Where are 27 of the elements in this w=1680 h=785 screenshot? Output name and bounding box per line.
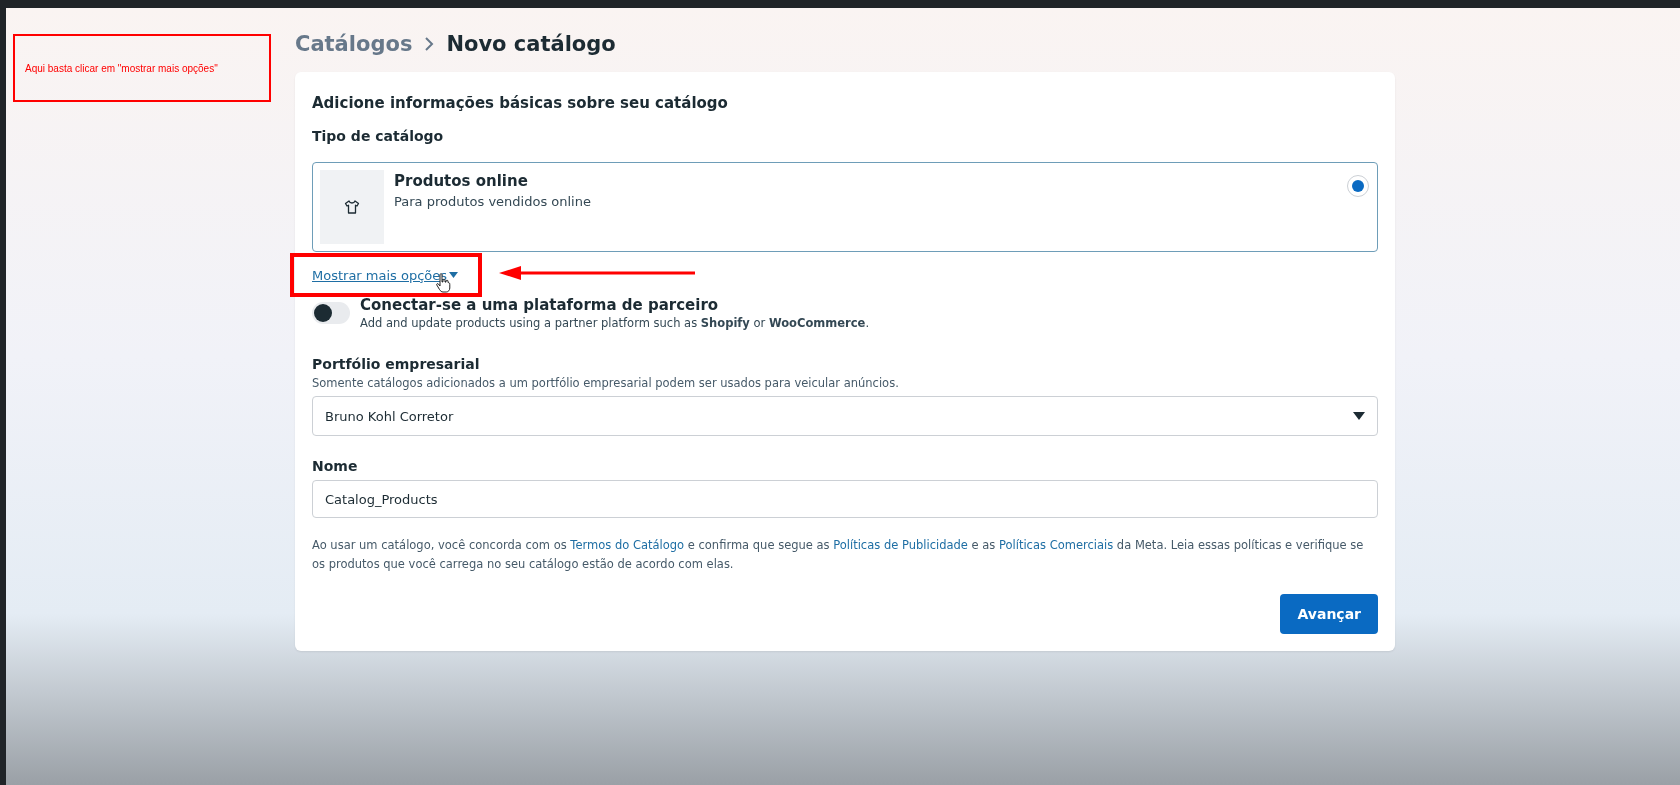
terms-link[interactable]: Políticas Comerciais: [998, 538, 1114, 552]
card-title: Adicione informações básicas sobre seu catálogo: [312, 94, 729, 112]
field-label: Tipo de catálogo: [312, 128, 445, 144]
toggle-switch[interactable]: [312, 302, 350, 324]
field-hint: Somente catálogos adicionados a um portfólio empresarial podem ser usados para veicular anúncios.: [312, 376, 900, 390]
annotation-note: Aqui basta clicar em "mostrar mais opções": [13, 34, 271, 102]
radio-button[interactable]: [1347, 175, 1369, 197]
breadcrumb-item[interactable]: Catálogos: [295, 32, 413, 56]
partner-title: Conectar-se a uma plataforma de parceiro: [360, 296, 720, 314]
option-description: Para produtos vendidos online: [394, 194, 591, 209]
show-more-link[interactable]: Mostrar mais opções: [312, 267, 459, 283]
portfolio-dropdown[interactable]: Bruno Kohl Corretor: [312, 396, 1378, 436]
terms-paragraph: Ao usar um catálogo, você concorda com os Termos do Catálogo e confirma que segue as Políticas de Publicidade e as Políticas Comerciais da Meta. Leia essas políticas e verifique se os produtos que você carrega no seu catálogo estão de acordo com elas.: [312, 537, 1365, 573]
next-button[interactable]: Avançar: [1280, 594, 1378, 634]
chevron-icon: [424, 36, 435, 52]
field-label: Portfólio empresarial: [312, 356, 481, 372]
terms-link[interactable]: Termos do Catálogo: [570, 538, 685, 552]
caret-icon: [1353, 412, 1365, 420]
caret-icon: [449, 272, 459, 278]
terms-link[interactable]: Políticas de Publicidade: [833, 538, 968, 552]
name-field[interactable]: Catalog_Products: [312, 480, 1378, 518]
field-label: Nome: [312, 458, 359, 474]
partner-description: Add and update products using a partner platform such as Shopify or WooCommerce.: [360, 316, 870, 330]
catalog-type-option[interactable]: Produtos online Para produtos vendidos online: [312, 162, 1378, 252]
option-title: Produtos online: [394, 172, 529, 190]
shirt-icon: [344, 199, 360, 215]
breadcrumb-item: Novo catálogo: [446, 32, 616, 56]
